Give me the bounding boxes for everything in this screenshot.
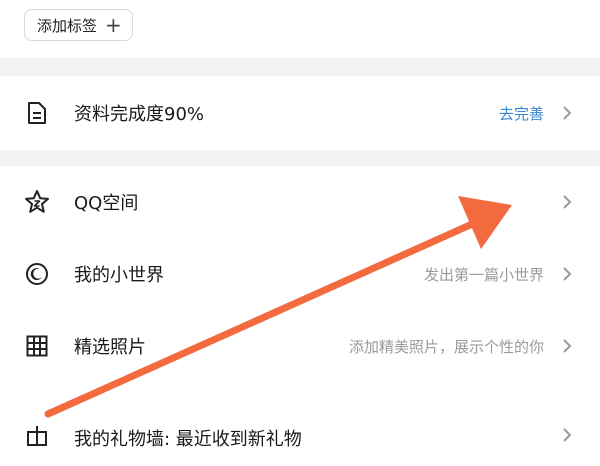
list-item-small-world[interactable]: 我的小世界 发出第一篇小世界 — [0, 238, 600, 310]
plus-icon: + — [105, 13, 122, 37]
list-item-selected-photos[interactable]: 精选照片 添加精美照片，展示个性的你 — [0, 310, 600, 382]
list-item-label: 我的小世界 — [74, 265, 164, 286]
chevron-right-icon — [560, 428, 574, 442]
complete-profile-link[interactable]: 去完善 — [499, 103, 544, 124]
add-tag-label: 添加标签 — [37, 16, 98, 35]
add-tag-button[interactable]: 添加标签 + — [24, 9, 133, 41]
chevron-right-icon — [560, 267, 574, 281]
chevron-right-icon — [560, 195, 574, 209]
profile-completion-title: 资料完成度90% — [74, 104, 205, 125]
star-icon — [24, 189, 50, 215]
section-separator — [0, 58, 600, 76]
list-item-label: 我的礼物墙: 最近收到新礼物 — [74, 429, 302, 450]
list-item-label: 精选照片 — [74, 337, 146, 358]
tag-row: 添加标签 + — [0, 0, 600, 58]
document-icon — [24, 100, 50, 126]
gift-icon — [24, 422, 50, 448]
chevron-right-icon — [560, 106, 574, 120]
section-separator — [0, 150, 600, 166]
moon-circle-icon — [24, 261, 50, 287]
profile-completion-row[interactable]: 资料完成度90% 去完善 — [0, 76, 600, 150]
grid-icon — [24, 333, 50, 359]
list-item-gift-wall[interactable]: 我的礼物墙: 最近收到新礼物 — [0, 382, 600, 466]
list-item-label: QQ空间 — [74, 193, 139, 214]
list-item-qzone[interactable]: QQ空间 — [0, 166, 600, 238]
chevron-right-icon — [560, 339, 574, 353]
list-item-hint: 发出第一篇小世界 — [423, 265, 544, 284]
list-item-hint: 添加精美照片，展示个性的你 — [348, 337, 544, 356]
